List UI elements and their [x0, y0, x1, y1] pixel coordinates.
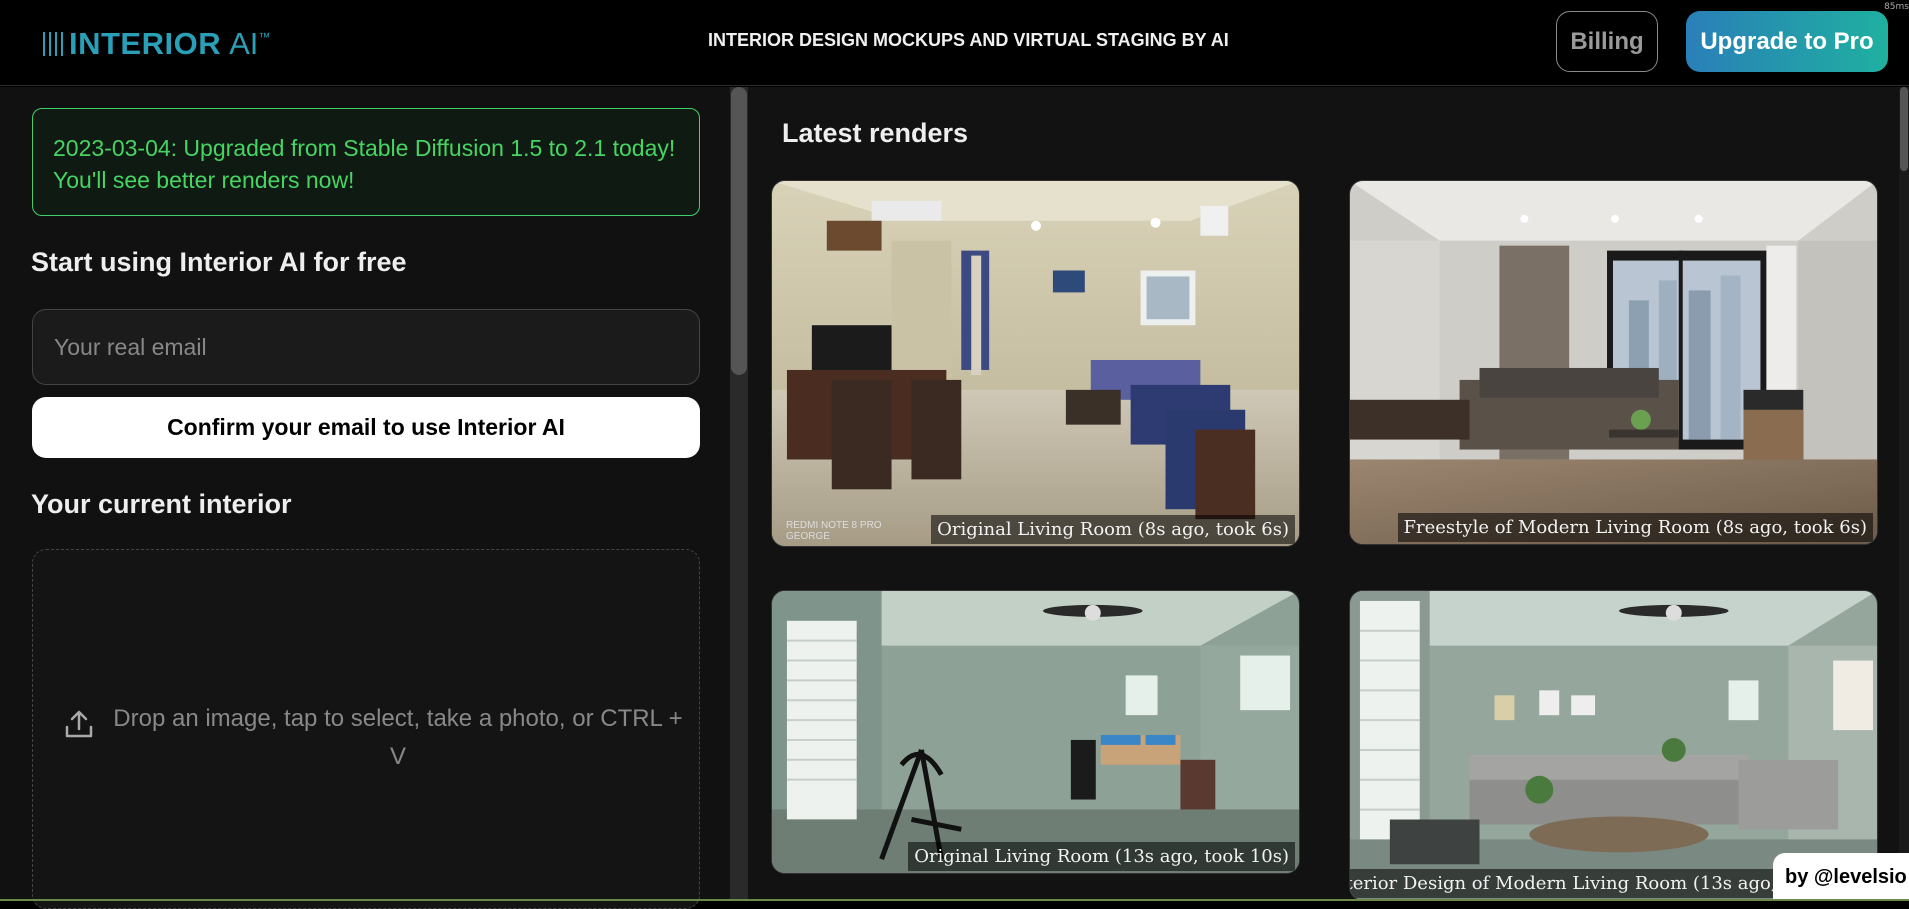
left-panel: 2023-03-04: Upgraded from Stable Diffusi… [0, 87, 730, 909]
upload-icon [65, 710, 93, 738]
camera-watermark: REDMI NOTE 8 PRO GEORGE [786, 520, 882, 542]
confirm-email-button[interactable]: Confirm your email to use Interior AI [32, 397, 700, 458]
render-image [772, 591, 1299, 873]
left-scrollbar-thumb[interactable] [731, 87, 747, 375]
logo-trademark: ™ [258, 30, 271, 44]
logo-bars-icon [43, 31, 63, 57]
left-scrollbar[interactable] [730, 87, 748, 901]
creator-credit-link[interactable]: by @levelsio [1773, 853, 1909, 901]
render-image [1350, 181, 1877, 544]
tagline: INTERIOR DESIGN MOCKUPS AND VIRTUAL STAG… [708, 30, 1229, 50]
billing-button[interactable]: Billing [1556, 11, 1658, 72]
render-card[interactable]: Original Living Room (13s ago, took 10s) [771, 590, 1300, 874]
top-bar: INTERIOR AI ™ INTERIOR DESIGN MOCKUPS AN… [0, 0, 1909, 86]
render-caption: Original Living Room (8s ago, took 6s) [931, 515, 1295, 544]
logo-word: INTERIOR [69, 26, 222, 61]
render-image [772, 181, 1299, 546]
upgrade-notice: 2023-03-04: Upgraded from Stable Diffusi… [32, 108, 700, 216]
render-time-readout: 85ms [1884, 2, 1909, 12]
current-interior-heading: Your current interior [31, 489, 292, 519]
dropzone-instructions: Drop an image, tap to select, take a pho… [113, 705, 683, 770]
upgrade-to-pro-button[interactable]: Upgrade to Pro [1686, 11, 1888, 72]
logo-ai: AI [229, 26, 259, 61]
logo[interactable]: INTERIOR AI ™ [43, 26, 270, 62]
right-scrollbar-thumb[interactable] [1900, 87, 1908, 171]
right-scrollbar[interactable] [1899, 87, 1909, 901]
email-field[interactable] [32, 309, 700, 385]
render-card[interactable]: REDMI NOTE 8 PRO GEORGE Original Living … [771, 180, 1300, 547]
render-caption: Freestyle of Modern Living Room (8s ago,… [1397, 513, 1873, 542]
latest-renders-heading: Latest renders [782, 118, 969, 148]
render-card[interactable]: Freestyle of Modern Living Room (8s ago,… [1349, 180, 1878, 545]
start-heading: Start using Interior AI for free [31, 247, 407, 277]
image-dropzone[interactable]: Drop an image, tap to select, take a pho… [32, 549, 700, 909]
render-caption: Original Living Room (13s ago, took 10s) [908, 842, 1295, 871]
